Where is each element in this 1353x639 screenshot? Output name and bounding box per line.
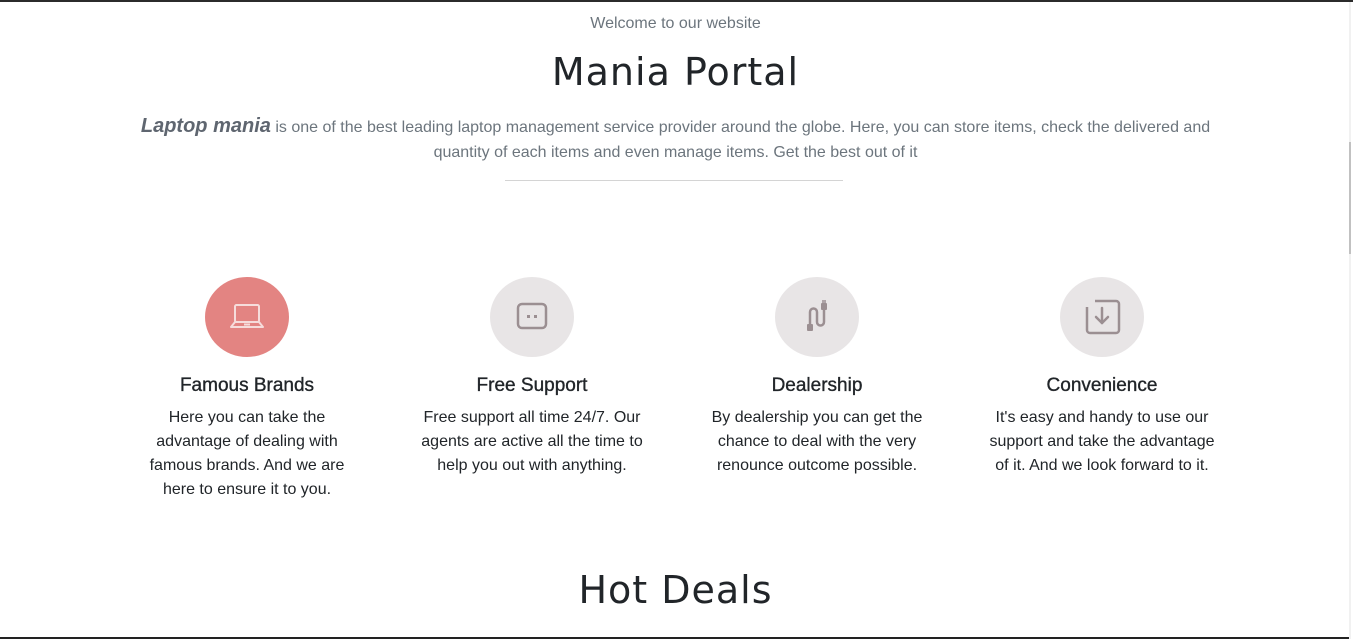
page-title: Mania Portal xyxy=(551,50,800,94)
feature-title: Famous Brands xyxy=(179,375,315,396)
intro-description: is one of the best leading laptop manage… xyxy=(270,119,1211,161)
feature-title: Convenience xyxy=(1046,375,1158,396)
feature-text: Here you can take the advantage of deali… xyxy=(149,409,345,498)
divider xyxy=(505,180,843,181)
feature-icon-circle xyxy=(1060,277,1144,357)
feature-text: Free support all time 24/7. Our agents a… xyxy=(421,409,643,474)
feature-icon-circle xyxy=(490,277,574,357)
feature-text: By dealership you can get the chance to … xyxy=(711,409,923,474)
hot-deals-heading: Hot Deals xyxy=(578,568,773,612)
intro-paragraph: Laptop mania is one of the best leading … xyxy=(120,114,1231,165)
cable-icon xyxy=(807,300,827,331)
scrollbar-track[interactable] xyxy=(1349,2,1351,639)
feature-icon-circle xyxy=(775,277,859,357)
brand-name: Laptop mania xyxy=(140,115,271,137)
feature-famous-brands: Famous Brands Here you can take the adva… xyxy=(132,277,362,502)
chat-icon xyxy=(516,302,548,330)
feature-title: Dealership xyxy=(771,375,863,396)
feature-icon-circle xyxy=(205,277,289,357)
scrollbar-thumb[interactable] xyxy=(1349,142,1351,254)
welcome-text: Welcome to our website xyxy=(590,15,761,32)
feature-convenience: Convenience It's easy and handy to use o… xyxy=(987,277,1217,478)
feature-title: Free Support xyxy=(476,375,588,396)
feature-free-support: Free Support Free support all time 24/7.… xyxy=(417,277,647,478)
laptop-icon xyxy=(230,304,264,328)
feature-text: It's easy and handy to use our support a… xyxy=(989,409,1215,474)
feature-dealership: Dealership By dealership you can get the… xyxy=(702,277,932,478)
page: Welcome to our website Mania Portal Lapt… xyxy=(0,2,1351,639)
download-box-icon xyxy=(1085,299,1121,335)
